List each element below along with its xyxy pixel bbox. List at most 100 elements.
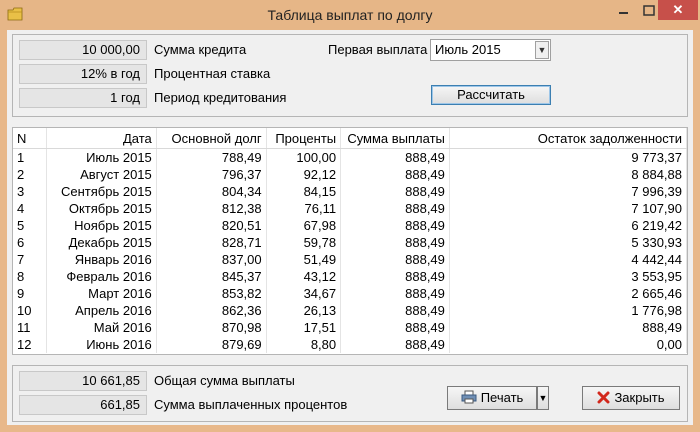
first-payment-value: Июль 2015 <box>435 42 501 57</box>
table-cell: 888,49 <box>449 319 687 336</box>
table-cell: 888,49 <box>340 217 450 234</box>
table-cell: Сентябрь 2015 <box>46 183 157 200</box>
totals-panel: 10 661,85 Общая сумма выплаты 661,85 Сум… <box>12 365 688 422</box>
app-window: Таблица выплат по долгу ✕ 10 000,00 Сумм… <box>0 0 700 432</box>
table-cell: 11 <box>13 319 47 336</box>
table-row[interactable]: 11 Май 2016 870,98 17,51 888,49 888,49 <box>13 319 687 336</box>
table-cell: 6 <box>13 234 47 251</box>
first-payment-label: Первая выплата <box>328 42 428 57</box>
table-row[interactable]: 4 Октябрь 2015 812,38 76,11 888,49 7 107,90 <box>13 200 687 217</box>
calculate-label: Рассчитать <box>457 87 525 102</box>
close-window-button[interactable]: ✕ <box>658 0 698 20</box>
table-row[interactable]: 3 Сентябрь 2015 804,34 84,15 888,49 7 996,39 <box>13 183 687 200</box>
column-header-balance[interactable]: Остаток задолженности <box>449 128 687 149</box>
table-cell: 6 219,42 <box>449 217 687 234</box>
table-row[interactable]: 12 Июнь 2016 879,69 8,80 888,49 0,00 <box>13 336 687 353</box>
loan-amount-field[interactable]: 10 000,00 <box>19 40 147 60</box>
table-cell: 888,49 <box>340 319 450 336</box>
table-row[interactable]: 7 Январь 2016 837,00 51,49 888,49 4 442,44 <box>13 251 687 268</box>
minimize-icon <box>619 12 628 14</box>
table-cell: Октябрь 2015 <box>46 200 157 217</box>
table-row[interactable]: 2 Август 2015 796,37 92,12 888,49 8 884,88 <box>13 166 687 183</box>
payments-table: N Дата Основной долг Проценты Сумма выплаты О… <box>13 128 687 353</box>
table-cell: 837,00 <box>156 251 267 268</box>
table-cell: Ноябрь 2015 <box>46 217 157 234</box>
calculate-button[interactable]: Рассчитать <box>431 85 551 105</box>
table-cell: 92,12 <box>266 166 342 183</box>
table-row[interactable]: 10 Апрель 2016 862,36 26,13 888,49 1 776,98 <box>13 302 687 319</box>
client-area: 10 000,00 Сумма кредита 12% в год Процен… <box>7 30 693 425</box>
table-row[interactable]: 8 Февраль 2016 845,37 43,12 888,49 3 553,95 <box>13 268 687 285</box>
minimize-button[interactable] <box>610 2 636 20</box>
table-row[interactable]: 6 Декабрь 2015 828,71 59,78 888,49 5 330,93 <box>13 234 687 251</box>
table-cell: Март 2016 <box>46 285 157 302</box>
title-bar[interactable]: Таблица выплат по долгу ✕ <box>0 0 700 30</box>
table-cell: 888,49 <box>340 148 450 166</box>
interest-rate-label: Процентная ставка <box>154 66 271 81</box>
table-cell: 879,69 <box>156 336 267 353</box>
table-cell: 51,49 <box>266 251 342 268</box>
table-cell: 888,49 <box>340 234 450 251</box>
table-cell: 870,98 <box>156 319 267 336</box>
table-cell: Июнь 2016 <box>46 336 157 353</box>
table-cell: 4 442,44 <box>449 251 687 268</box>
table-cell: 7 107,90 <box>449 200 687 217</box>
window-title: Таблица выплат по долгу <box>267 7 433 23</box>
table-cell: 10 <box>13 302 47 319</box>
table-cell: 796,37 <box>156 166 267 183</box>
interest-rate-field[interactable]: 12% в год <box>19 64 147 84</box>
interest-paid-label: Сумма выплаченных процентов <box>154 397 348 412</box>
table-cell: Январь 2016 <box>46 251 157 268</box>
column-header-date[interactable]: Дата <box>46 128 157 149</box>
loan-amount-label: Сумма кредита <box>154 42 247 57</box>
table-cell: 12 <box>13 336 47 353</box>
loan-period-field[interactable]: 1 год <box>19 88 147 108</box>
table-cell: 2 <box>13 166 47 183</box>
total-payment-field[interactable]: 10 661,85 <box>19 371 147 391</box>
table-header-row: N Дата Основной долг Проценты Сумма выплаты О… <box>13 128 687 149</box>
table-cell: 17,51 <box>266 319 342 336</box>
table-cell: 26,13 <box>266 302 342 319</box>
table-row[interactable]: 9 Март 2016 853,82 34,67 888,49 2 665,46 <box>13 285 687 302</box>
table-row[interactable]: 1 Июль 2015 788,49 100,00 888,49 9 773,37 <box>13 148 687 166</box>
table-cell: Июль 2015 <box>46 148 157 166</box>
chevron-down-icon[interactable]: ▼ <box>535 41 549 59</box>
column-header-n[interactable]: N <box>13 128 47 149</box>
table-row[interactable]: 5 Ноябрь 2015 820,51 67,98 888,49 6 219,42 <box>13 217 687 234</box>
interest-paid-field[interactable]: 661,85 <box>19 395 147 415</box>
total-payment-label: Общая сумма выплаты <box>154 373 295 388</box>
table-cell: 8 <box>13 268 47 285</box>
first-payment-select[interactable]: Июль 2015 ▼ <box>430 39 551 61</box>
table-cell: 888,49 <box>340 268 450 285</box>
close-x-icon <box>597 391 610 404</box>
close-label: Закрыть <box>614 390 665 405</box>
table-cell: 788,49 <box>156 148 267 166</box>
table-cell: 1 <box>13 148 47 166</box>
table-cell: 8 884,88 <box>449 166 687 183</box>
table-cell: 888,49 <box>340 251 450 268</box>
table-cell: 1 776,98 <box>449 302 687 319</box>
table-cell: 76,11 <box>266 200 342 217</box>
column-header-interest[interactable]: Проценты <box>266 128 342 149</box>
table-cell: 0,00 <box>449 336 687 353</box>
table-cell: 84,15 <box>266 183 342 200</box>
table-cell: Декабрь 2015 <box>46 234 157 251</box>
table-cell: 888,49 <box>340 302 450 319</box>
table-cell: 34,67 <box>266 285 342 302</box>
table-cell: 3 553,95 <box>449 268 687 285</box>
results-table-panel: N Дата Основной долг Проценты Сумма выплаты О… <box>12 127 688 355</box>
table-cell: 888,49 <box>340 285 450 302</box>
column-header-principal[interactable]: Основной долг <box>156 128 267 149</box>
table-cell: 100,00 <box>266 148 342 166</box>
close-button[interactable]: Закрыть <box>582 386 680 410</box>
print-options-dropdown[interactable]: ▼ <box>537 386 549 410</box>
table-cell: 8,80 <box>266 336 342 353</box>
table-cell: Февраль 2016 <box>46 268 157 285</box>
table-cell: 3 <box>13 183 47 200</box>
table-cell: Август 2015 <box>46 166 157 183</box>
table-cell: 845,37 <box>156 268 267 285</box>
column-header-payment[interactable]: Сумма выплаты <box>340 128 450 149</box>
print-button[interactable]: Печать <box>447 386 537 410</box>
table-cell: 9 <box>13 285 47 302</box>
table-cell: 7 <box>13 251 47 268</box>
